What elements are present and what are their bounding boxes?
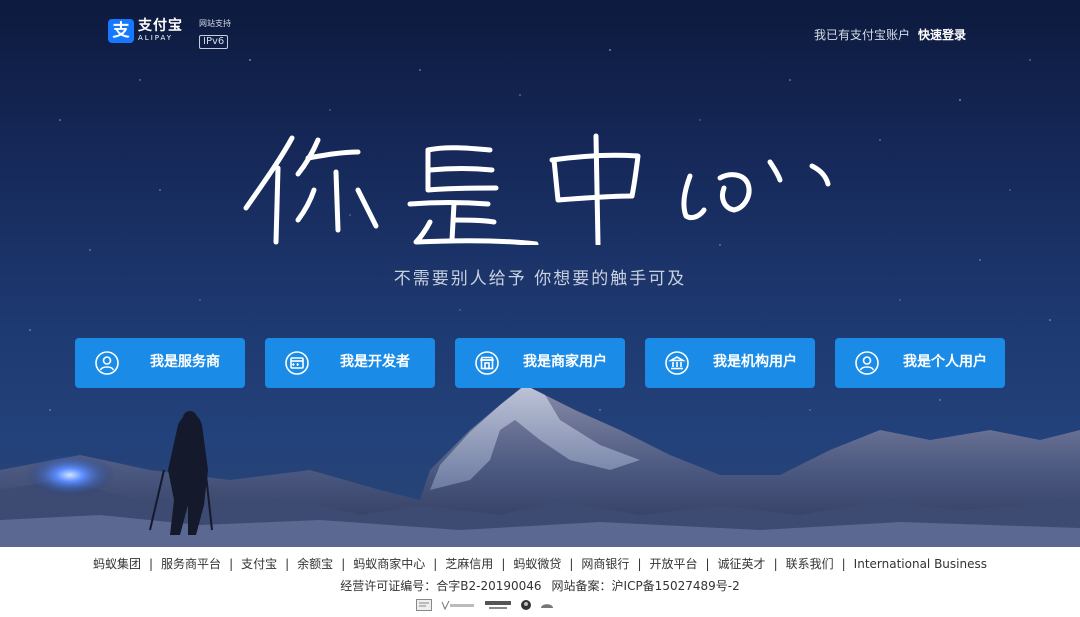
role-label: 我是开发者 (340, 354, 410, 370)
business-license-text: 经营许可证编号：合字B2-20190046 (340, 579, 542, 593)
logo-en-text: ALIPAY (138, 34, 174, 42)
footer-separator: | (637, 557, 642, 571)
icp-record-link[interactable]: 网站备案：沪ICP备15027489号-2 (552, 579, 740, 593)
footer-link-ant-loans[interactable]: 蚂蚁微贷 (513, 557, 561, 571)
alipay-logo-wordmark: 支付宝 ALIPAY (138, 19, 183, 43)
role-button-institution[interactable]: 我是机构用户 (645, 338, 815, 388)
ipv6-badge: 网站支持 IPv6 (199, 19, 231, 49)
role-button-personal[interactable]: 我是个人用户 (835, 338, 1005, 388)
footer-link-sesame-credit[interactable]: 芝麻信用 (445, 557, 493, 571)
footer-separator: | (285, 557, 290, 571)
person-icon (855, 351, 879, 375)
role-button-developer[interactable]: 我是开发者 (265, 338, 435, 388)
cert-badge-icon[interactable] (416, 599, 432, 611)
footer-link-careers[interactable]: 诚征英才 (718, 557, 766, 571)
footer-separator: | (841, 557, 846, 571)
account-login-bar: 我已有支付宝账户 快速登录 (814, 27, 966, 43)
alipay-logo[interactable]: 支 支付宝 ALIPAY (108, 19, 183, 43)
headline-calligraphy (243, 133, 831, 245)
role-label: 我是机构用户 (713, 354, 797, 370)
footer-link-merchant-center[interactable]: 蚂蚁商家中心 (353, 557, 425, 571)
footer: 蚂蚁集团 | 服务商平台 | 支付宝 | 余额宝 | 蚂蚁商家中心 | 芝麻信用 | 蚂蚁微贷 | 网商银行… (0, 547, 1080, 617)
footer-link-mybank[interactable]: 网商银行 (581, 557, 629, 571)
ipv6-caption: 网站支持 (199, 19, 231, 28)
footer-separator: | (149, 557, 154, 571)
footer-link-open-platform[interactable]: 开放平台 (649, 557, 697, 571)
footer-link-international-business[interactable]: International Business (854, 557, 987, 571)
user-circle-icon (95, 351, 119, 375)
footer-link-contact-us[interactable]: 联系我们 (786, 557, 834, 571)
role-label: 我是服务商 (150, 354, 220, 370)
footer-license-info: 经营许可证编号：合字B2-20190046 网站备案：沪ICP备15027489号… (0, 578, 1080, 594)
storefront-icon (475, 351, 499, 375)
trust-badges (416, 599, 554, 611)
footer-link-ant-group[interactable]: 蚂蚁集团 (93, 557, 141, 571)
verisign-badge-icon[interactable] (440, 599, 476, 611)
footer-separator: | (705, 557, 710, 571)
code-window-icon (285, 351, 309, 375)
footer-separator: | (569, 557, 574, 571)
alipay-logo-icon: 支 (108, 19, 134, 43)
role-button-service-provider[interactable]: 我是服务商 (75, 338, 245, 388)
logo-cn-text: 支付宝 (138, 18, 183, 34)
bank-building-icon (665, 351, 689, 375)
role-button-merchant[interactable]: 我是商家用户 (455, 338, 625, 388)
verified-by-visa-badge-icon[interactable] (484, 599, 512, 611)
footer-separator: | (229, 557, 234, 571)
footer-link-alipay[interactable]: 支付宝 (241, 557, 277, 571)
trust-badge-icon[interactable] (540, 599, 554, 611)
footer-separator: | (501, 557, 506, 571)
footer-links: 蚂蚁集团 | 服务商平台 | 支付宝 | 余额宝 | 蚂蚁商家中心 | 芝麻信用 | 蚂蚁微贷 | 网商银行… (0, 556, 1080, 572)
quick-login-link[interactable]: 快速登录 (918, 28, 966, 42)
ipv6-label: IPv6 (199, 35, 229, 49)
police-badge-icon[interactable] (520, 599, 532, 611)
footer-link-service-platform[interactable]: 服务商平台 (161, 557, 221, 571)
account-prompt: 我已有支付宝账户 (814, 28, 911, 42)
footer-separator: | (341, 557, 346, 571)
role-label: 我是商家用户 (523, 354, 607, 370)
footer-separator: | (433, 557, 438, 571)
hero-slogan: 不需要别人给予 你想要的触手可及 (393, 269, 687, 289)
footer-link-yuebao[interactable]: 余额宝 (297, 557, 333, 571)
footer-separator: | (773, 557, 778, 571)
role-label: 我是个人用户 (903, 354, 987, 370)
